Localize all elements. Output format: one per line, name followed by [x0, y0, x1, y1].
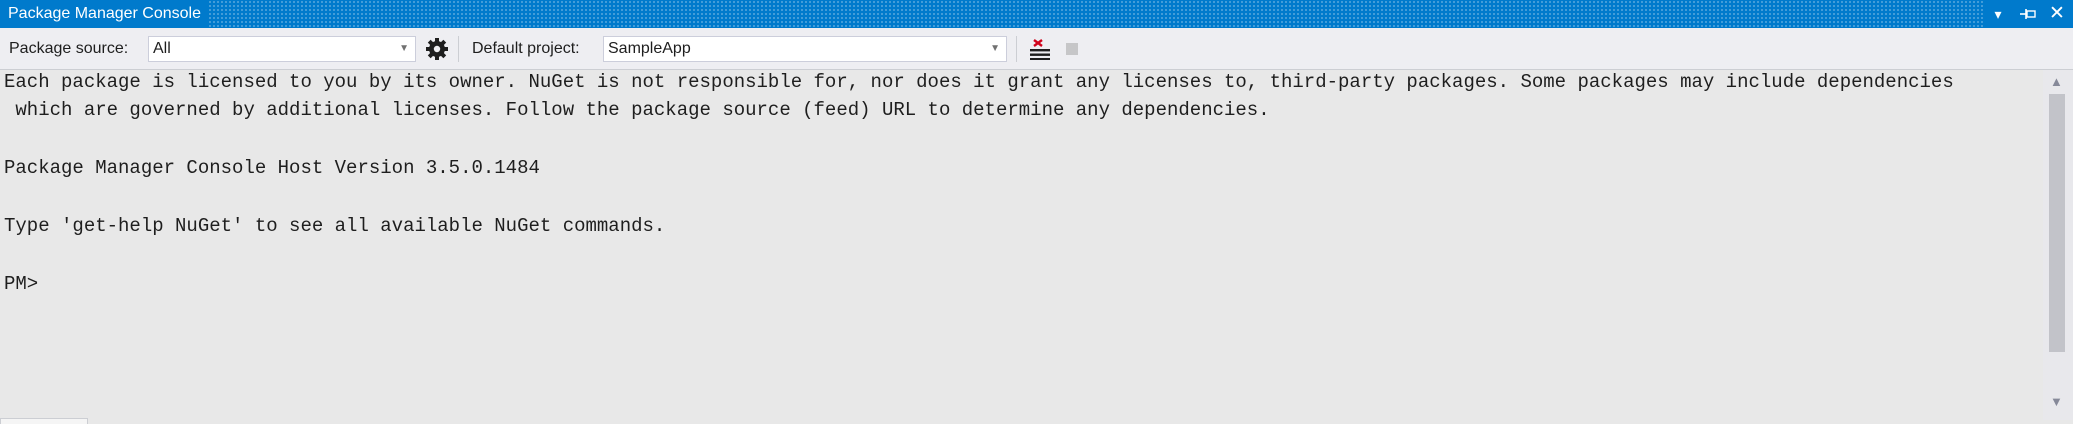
- scrollbar-thumb[interactable]: [2049, 94, 2065, 352]
- auto-hide-pin-icon[interactable]: [2013, 0, 2043, 28]
- settings-gear-icon[interactable]: [425, 37, 449, 66]
- chevron-down-icon: ▼: [399, 43, 409, 54]
- package-source-label: Package source:: [9, 40, 129, 57]
- chevron-down-icon: ▼: [990, 43, 1000, 54]
- title-controls: ▾ ✕: [1983, 0, 2073, 28]
- vertical-scrollbar[interactable]: ▲ ▼: [2043, 70, 2073, 420]
- console-line: Package Manager Console Host Version 3.5…: [4, 157, 540, 179]
- console-prompt: PM>: [4, 273, 39, 295]
- scroll-up-arrow-icon[interactable]: ▲: [2050, 74, 2063, 89]
- window-menu-dropdown-icon[interactable]: ▾: [1985, 0, 2011, 28]
- console-toolbar: Package source: All ▼ Default project: S…: [0, 28, 2073, 70]
- console-line: Each package is licensed to you by its o…: [4, 71, 1954, 93]
- default-project-value: SampleApp: [608, 40, 691, 57]
- package-source-value: All: [153, 40, 171, 57]
- scroll-down-arrow-icon[interactable]: ▼: [2050, 394, 2063, 409]
- close-icon[interactable]: ✕: [2043, 0, 2071, 28]
- toolbar-separator: [458, 36, 459, 62]
- package-source-select[interactable]: All ▼: [148, 36, 416, 62]
- toolbar-separator: [1016, 36, 1017, 62]
- bottom-tab[interactable]: [0, 418, 88, 424]
- default-project-label: Default project:: [472, 40, 580, 57]
- stop-command-icon[interactable]: [1066, 43, 1078, 55]
- window-title: Package Manager Console: [0, 0, 210, 28]
- clear-console-icon[interactable]: [1028, 38, 1052, 65]
- default-project-select[interactable]: SampleApp ▼: [603, 36, 1007, 62]
- console-line: Type 'get-help NuGet' to see all availab…: [4, 215, 666, 237]
- console-line: which are governed by additional license…: [4, 99, 1270, 121]
- title-bar: Package Manager Console ▾ ✕: [0, 0, 2073, 28]
- console-output[interactable]: Each package is licensed to you by its o…: [0, 70, 2043, 420]
